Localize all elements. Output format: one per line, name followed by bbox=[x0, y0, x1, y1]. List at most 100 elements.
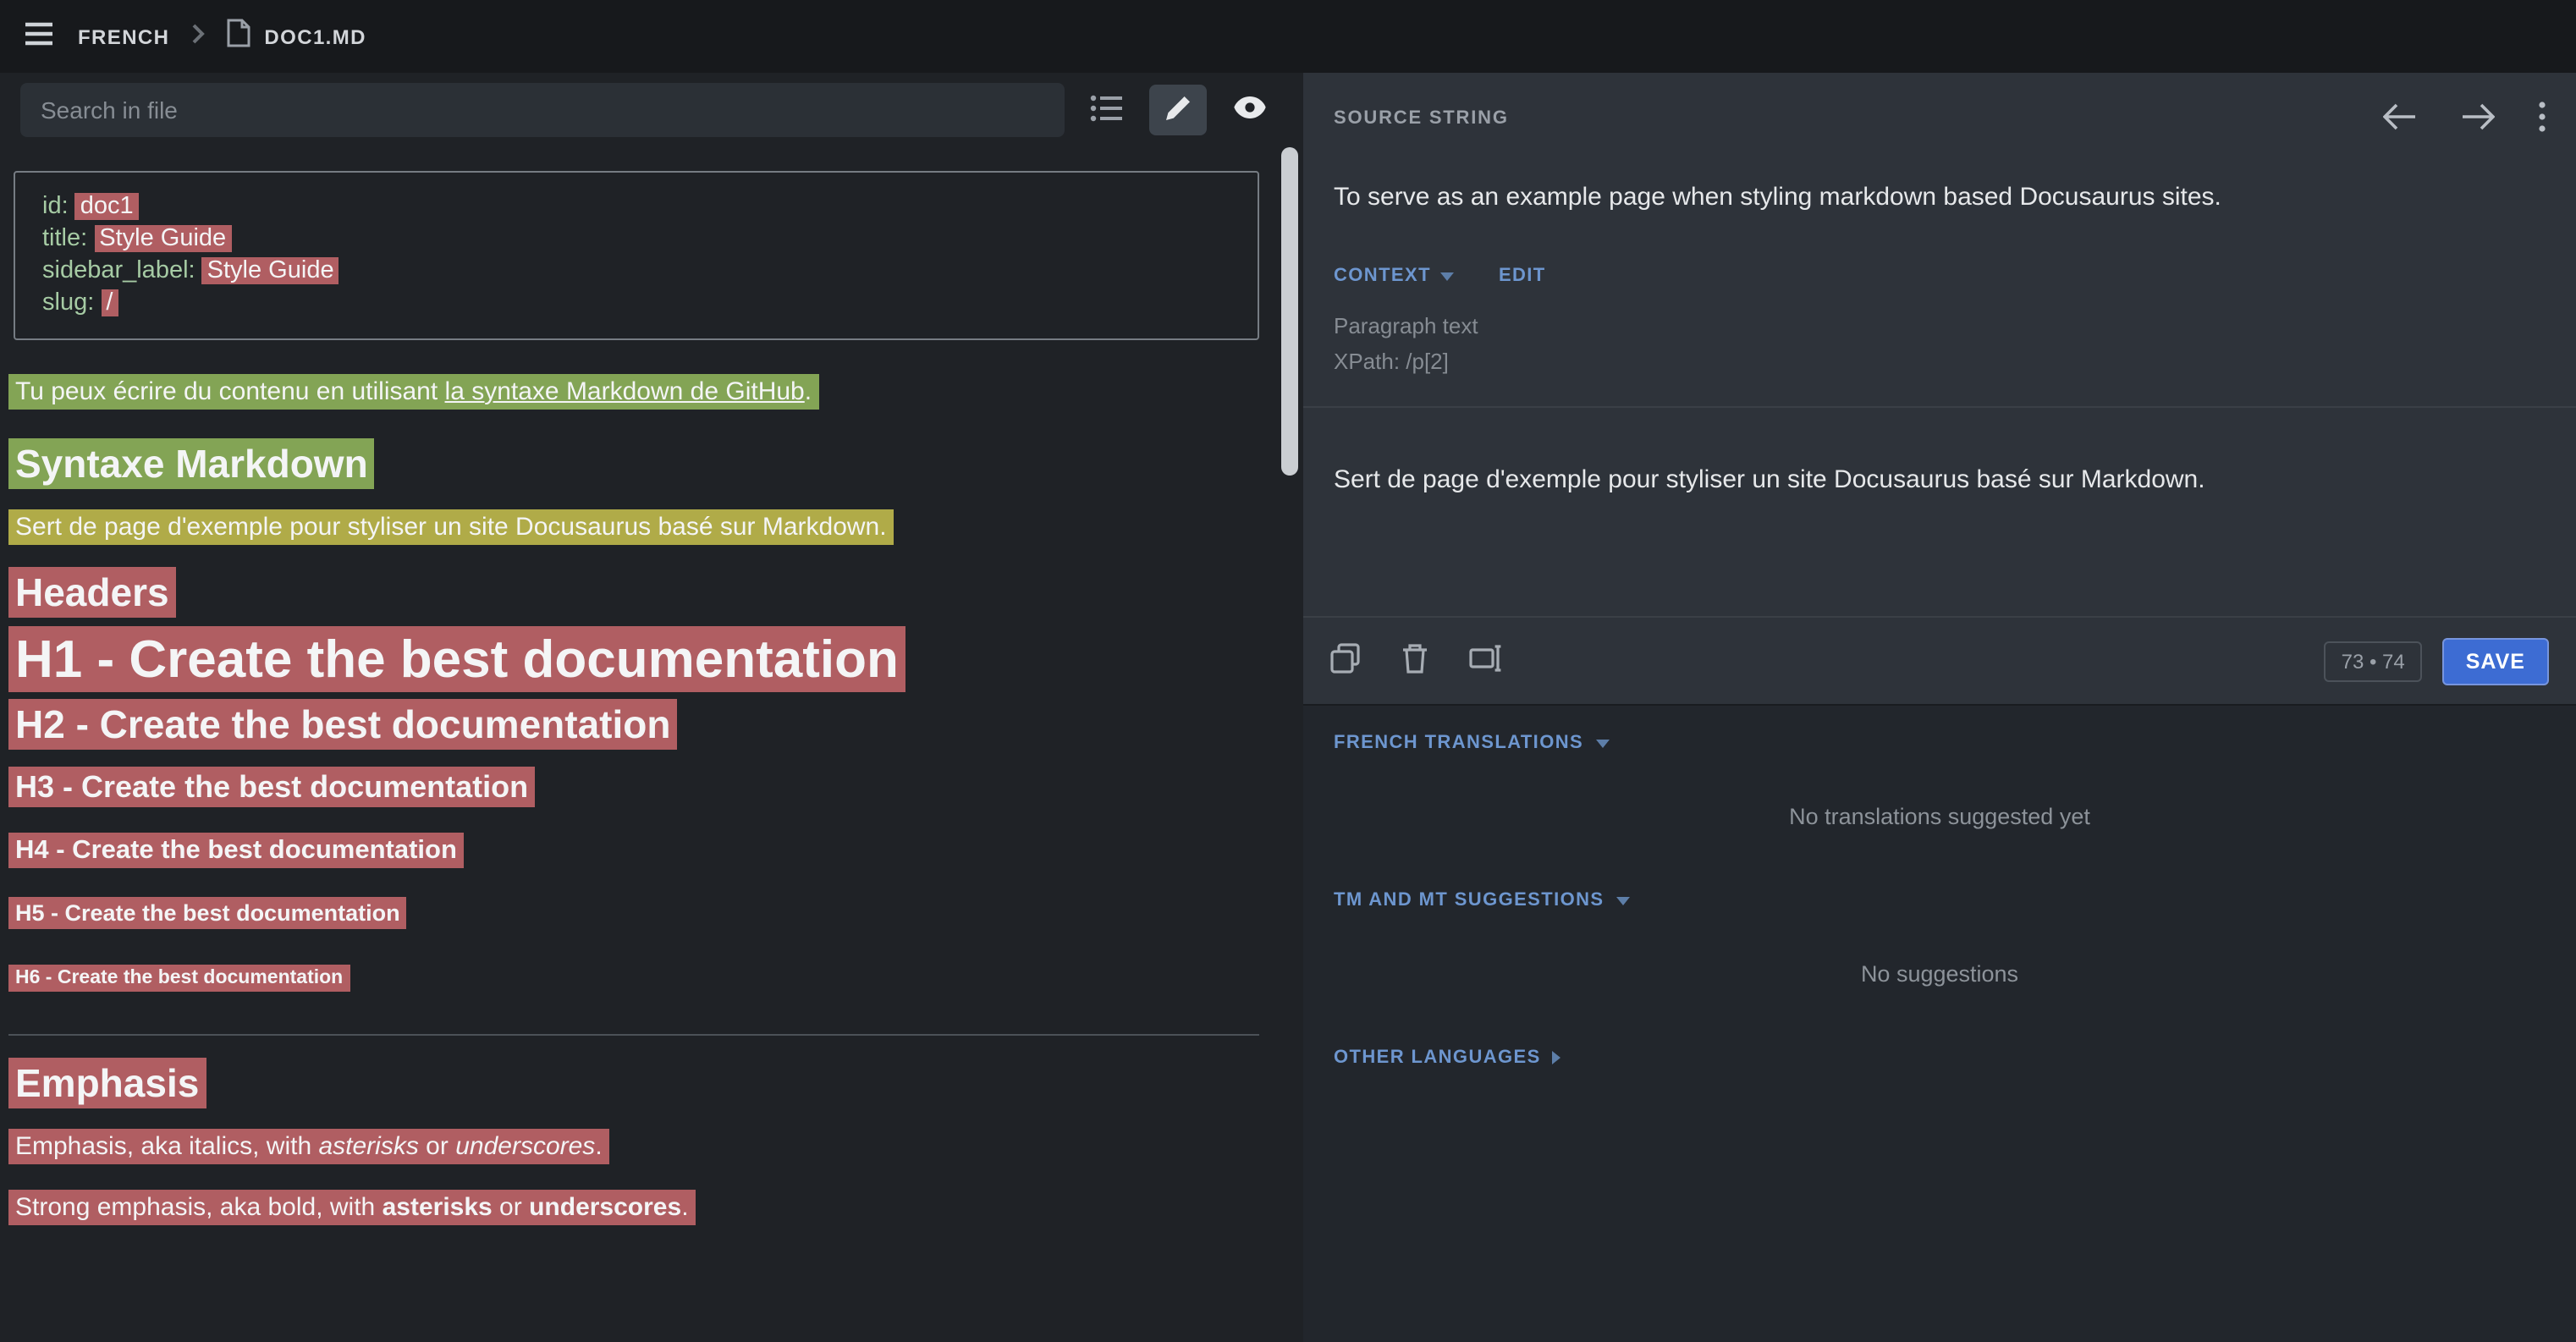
frontmatter-line: title: Style Guide bbox=[42, 223, 1230, 256]
chevron-right-icon bbox=[191, 21, 205, 52]
horizontal-rule bbox=[8, 1034, 1259, 1036]
other-languages-label: OTHER LANGUAGES bbox=[1334, 1048, 1541, 1068]
section-other-languages[interactable]: OTHER LANGUAGES bbox=[1303, 1020, 2576, 1068]
context-toggle[interactable]: CONTEXT bbox=[1334, 266, 1455, 286]
translatable-string[interactable]: / bbox=[101, 289, 118, 316]
character-counter: 73 • 74 bbox=[2325, 641, 2422, 681]
frontmatter-key: slug: bbox=[42, 289, 101, 316]
chevron-right-icon bbox=[1553, 1051, 1561, 1064]
translatable-string[interactable]: Style Guide bbox=[202, 257, 339, 284]
breadcrumb-project[interactable]: FRENCH bbox=[78, 25, 169, 48]
bold-text: underscores bbox=[529, 1193, 681, 1222]
untranslated-string[interactable]: H4 - Create the best documentation bbox=[8, 833, 464, 868]
save-button[interactable]: SAVE bbox=[2442, 637, 2549, 685]
suggestions-area: FRENCH TRANSLATIONS No translations sugg… bbox=[1303, 704, 2576, 1342]
french-translations-label: FRENCH TRANSLATIONS bbox=[1334, 733, 1583, 753]
heading-h5: H5 - Create the best documentation bbox=[8, 895, 1259, 931]
arrow-left-icon bbox=[2383, 102, 2417, 135]
text-run: Strong emphasis, aka bold, with bbox=[15, 1193, 383, 1222]
untranslated-string[interactable]: H5 - Create the best documentation bbox=[8, 897, 407, 929]
paragraph: Emphasis, aka italics, with asterisks or… bbox=[8, 1129, 1259, 1164]
hamburger-icon bbox=[22, 17, 56, 56]
breadcrumb-file-label: DOC1.MD bbox=[264, 25, 366, 48]
heading-h6: H6 - Create the best documentation bbox=[8, 961, 1259, 997]
section-tm-mt-suggestions[interactable]: TM AND MT SUGGESTIONS bbox=[1303, 863, 2576, 910]
translatable-string[interactable]: doc1 bbox=[75, 193, 139, 220]
suggestions-empty-message: No suggestions bbox=[1303, 910, 2576, 1020]
breadcrumb-file[interactable]: DOC1.MD bbox=[227, 18, 366, 55]
translated-string[interactable]: Tu peux écrire du contenu en utilisant l… bbox=[8, 374, 818, 410]
select-text-button[interactable] bbox=[1469, 645, 1503, 677]
paragraph: Strong emphasis, aka bold, with asterisk… bbox=[8, 1190, 1259, 1225]
untranslated-string[interactable]: Emphasis, aka italics, with asterisks or… bbox=[8, 1129, 609, 1164]
heading-h4: H4 - Create the best documentation bbox=[8, 833, 1259, 868]
translation-toolbar: 73 • 74 SAVE bbox=[1303, 616, 2576, 704]
heading-h2: Syntaxe Markdown bbox=[8, 447, 1259, 482]
translated-string[interactable]: Syntaxe Markdown bbox=[8, 438, 375, 489]
heading-h3: H3 - Create the best documentation bbox=[8, 770, 1259, 806]
edit-label: EDIT bbox=[1499, 266, 1546, 286]
preview-mode-button[interactable] bbox=[1220, 85, 1278, 135]
link-text: la syntaxe Markdown de GitHub bbox=[445, 377, 805, 406]
main-split: id: doc1 title: Style Guide sidebar_labe… bbox=[0, 73, 2576, 1342]
italic-text: underscores bbox=[455, 1132, 595, 1161]
frontmatter-key: sidebar_label: bbox=[42, 257, 202, 284]
text-run: Emphasis, aka italics, with bbox=[15, 1132, 318, 1161]
untranslated-string[interactable]: Emphasis bbox=[8, 1058, 206, 1108]
text-run: . bbox=[595, 1132, 602, 1161]
context-type: Paragraph text bbox=[1334, 308, 2546, 344]
translation-input[interactable]: Sert de page d'exemple pour styliser un … bbox=[1303, 408, 2576, 616]
paragraph: Tu peux écrire du contenu en utilisant l… bbox=[8, 374, 1259, 410]
translations-empty-message: No translations suggested yet bbox=[1303, 753, 2576, 863]
copy-icon bbox=[1330, 643, 1361, 679]
frontmatter-key: title: bbox=[42, 225, 94, 252]
untranslated-string[interactable]: H1 - Create the best documentation bbox=[8, 626, 905, 692]
frontmatter-key: id: bbox=[42, 193, 75, 220]
translation-panel: SOURCE STRING To s bbox=[1303, 73, 2576, 1342]
edit-mode-button[interactable] bbox=[1149, 85, 1207, 135]
string-list-view-button[interactable] bbox=[1078, 85, 1136, 135]
file-preview-panel: id: doc1 title: Style Guide sidebar_labe… bbox=[0, 73, 1303, 1342]
section-french-translations[interactable]: FRENCH TRANSLATIONS bbox=[1303, 706, 2576, 753]
untranslated-string[interactable]: H6 - Create the best documentation bbox=[8, 965, 350, 992]
trash-icon bbox=[1401, 643, 1428, 679]
untranslated-string[interactable]: Headers bbox=[8, 567, 176, 618]
source-string-text: To serve as an example page when styling… bbox=[1334, 179, 2546, 215]
heading-h2: Emphasis bbox=[8, 1066, 1259, 1102]
top-bar: FRENCH DOC1.MD bbox=[0, 0, 2576, 73]
frontmatter-line: id: doc1 bbox=[42, 191, 1230, 223]
untranslated-string[interactable]: Strong emphasis, aka bold, with asterisk… bbox=[8, 1190, 696, 1225]
document-preview: id: doc1 title: Style Guide sidebar_labe… bbox=[0, 147, 1303, 1342]
copy-source-button[interactable] bbox=[1330, 643, 1361, 679]
frontmatter-line: sidebar_label: Style Guide bbox=[42, 256, 1230, 288]
list-icon bbox=[1090, 94, 1124, 126]
chevron-down-icon bbox=[1595, 739, 1609, 747]
next-string-button[interactable] bbox=[2461, 102, 2495, 135]
text-run: . bbox=[681, 1193, 688, 1222]
context-details: Paragraph text XPath: /p[2] bbox=[1334, 308, 2546, 379]
frontmatter-line: slug: / bbox=[42, 288, 1230, 320]
tm-mt-label: TM AND MT SUGGESTIONS bbox=[1334, 890, 1604, 910]
text-run: Tu peux écrire du contenu en utilisant bbox=[15, 377, 445, 406]
edit-context-button[interactable]: EDIT bbox=[1499, 266, 1546, 286]
text-run: or bbox=[419, 1132, 455, 1161]
text-run: . bbox=[805, 377, 812, 406]
untranslated-string[interactable]: H3 - Create the best documentation bbox=[8, 767, 535, 807]
source-string-header: SOURCE STRING bbox=[1303, 73, 2576, 164]
heading-h2: Headers bbox=[8, 575, 1259, 611]
clear-translation-button[interactable] bbox=[1401, 643, 1428, 679]
search-input[interactable] bbox=[20, 83, 1065, 137]
translatable-string[interactable]: Style Guide bbox=[94, 225, 231, 252]
app-window: FRENCH DOC1.MD bbox=[0, 0, 2576, 1342]
kebab-menu-icon bbox=[2539, 101, 2546, 136]
italic-text: asterisks bbox=[318, 1132, 418, 1161]
source-string-label: SOURCE STRING bbox=[1334, 108, 1509, 129]
scrollbar-thumb[interactable] bbox=[1281, 147, 1298, 476]
more-options-button[interactable] bbox=[2539, 101, 2546, 136]
chevron-down-icon bbox=[1441, 272, 1455, 280]
untranslated-string[interactable]: H2 - Create the best documentation bbox=[8, 699, 677, 750]
menu-button[interactable] bbox=[22, 17, 56, 56]
bold-text: asterisks bbox=[383, 1193, 493, 1222]
previous-string-button[interactable] bbox=[2383, 102, 2417, 135]
selected-string[interactable]: Sert de page d'exemple pour styliser un … bbox=[8, 509, 894, 545]
